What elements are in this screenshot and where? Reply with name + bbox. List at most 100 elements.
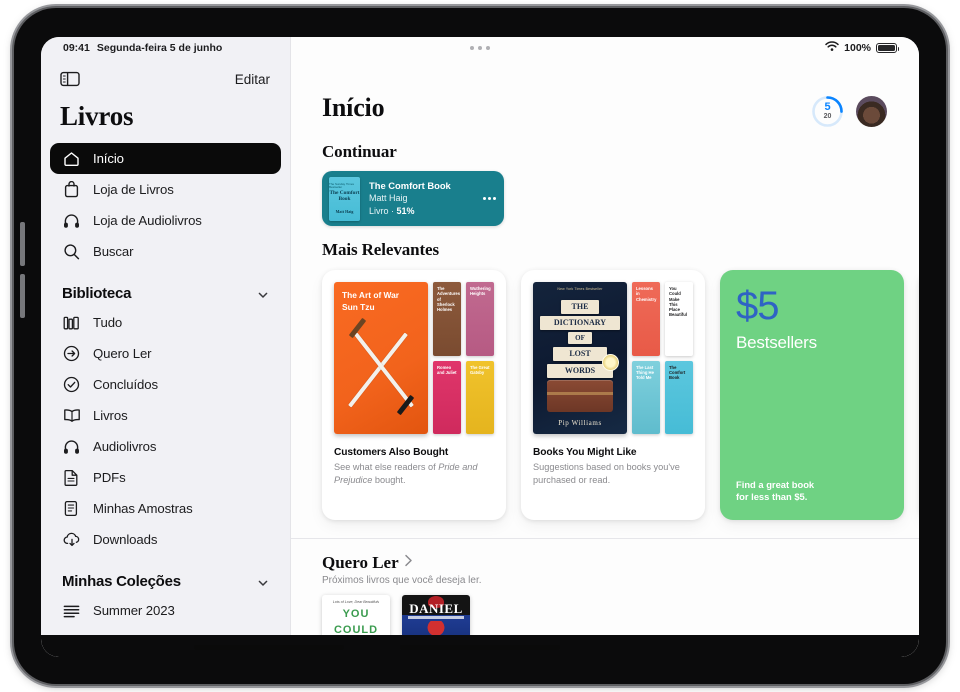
sidebar-item-livros[interactable]: Livros — [50, 400, 281, 431]
chevron-right-icon[interactable] — [404, 554, 413, 572]
continue-book-author: Matt Haig — [369, 193, 408, 204]
volume-down-button[interactable] — [20, 274, 25, 318]
sidebar-item-loja-de-audiolivros[interactable]: Loja de Audiolivros — [50, 205, 281, 236]
status-bar-left: 09:41 Segunda-feira 5 de junho — [63, 42, 222, 54]
continue-reading-card[interactable]: The Sunday Times Bestseller The Comfort … — [322, 171, 504, 226]
chevron-down-icon[interactable] — [257, 288, 269, 300]
relevant-cards-row[interactable]: The Art of War Sun Tzu The Adventures of… — [291, 270, 919, 520]
section-title: Biblioteca — [62, 285, 132, 302]
section-title: Minhas Coleções — [62, 573, 181, 590]
dot — [478, 46, 482, 50]
cover-word: THE — [561, 300, 599, 314]
sidebar-item-minhas-amostras[interactable]: Minhas Amostras — [50, 493, 281, 524]
cover-title: The Comfort Book — [329, 189, 360, 202]
home-indicator-secondary[interactable] — [194, 645, 345, 650]
volume-up-button[interactable] — [20, 222, 25, 266]
sidebar-item-inicio[interactable]: Início — [50, 143, 281, 174]
mini-cover-title: You Could Make This Place Beautiful — [669, 286, 687, 318]
page-title: Início — [322, 93, 385, 122]
mini-cover-title: The Last Thing He Told Me — [636, 364, 654, 381]
dot — [487, 197, 491, 200]
books-app: Editar Livros Início Loja de Livros Loja… — [41, 37, 919, 657]
sidebar-top-nav: Início Loja de Livros Loja de Audiolivro… — [41, 143, 290, 267]
book-cover-art-of-war: The Art of War Sun Tzu — [334, 282, 428, 434]
mini-cover-title: Wuthering Heights — [470, 286, 491, 297]
desc-prefix: See what else readers of — [334, 462, 439, 472]
mini-cover-title: Romeo and Juliet — [437, 364, 457, 375]
sidebar-title: Livros — [60, 101, 134, 131]
sidebar-section-minhas-colecoes[interactable]: Minhas Coleções — [41, 573, 290, 590]
wifi-icon — [825, 41, 839, 55]
sidebar-item-concluidos[interactable]: Concluídos — [50, 369, 281, 400]
mini-cover-title: The Adventures of Sherlock Holmes — [437, 286, 461, 312]
battery-icon — [876, 42, 900, 54]
card-description: See what else readers of Pride and Preju… — [334, 461, 494, 486]
arrow-right-circle-icon — [62, 344, 81, 363]
relevant-card-customers-also-bought[interactable]: The Art of War Sun Tzu The Adventures of… — [322, 270, 506, 520]
sidebar-item-label: PDFs — [93, 470, 126, 485]
sidebar-toolbar: Editar — [41, 59, 290, 99]
want-to-read-section: Quero Ler Próximos livros que você desej… — [291, 539, 919, 643]
sidebar-item-summer-2023[interactable]: Summer 2023 — [50, 595, 281, 626]
status-bar-right: 100% — [825, 41, 900, 55]
status-bar: 09:41 Segunda-feira 5 de junho 100% — [41, 37, 919, 59]
promo-subtext-line1: Find a great book — [736, 478, 815, 490]
sidebar-item-label: Loja de Audiolivros — [93, 213, 202, 228]
header-actions: 5 20 — [811, 93, 887, 128]
promo-price: $5 — [736, 284, 780, 328]
multitasking-dots-icon[interactable] — [470, 46, 490, 50]
award-seal — [602, 354, 619, 371]
chevron-down-icon[interactable] — [257, 576, 269, 588]
cover-rule — [408, 616, 464, 619]
reading-goal-ring[interactable]: 5 20 — [811, 95, 844, 128]
reading-goal-total: 20 — [823, 113, 832, 120]
sidebar-item-loja-de-livros[interactable]: Loja de Livros — [50, 174, 281, 205]
mini-cover-grid: The Adventures of Sherlock Holmes Wuther… — [433, 282, 494, 434]
edit-button[interactable]: Editar — [233, 70, 272, 89]
sidebar-section-biblioteca[interactable]: Biblioteca — [41, 285, 290, 302]
mini-cover-title: Lessons in Chemistry — [636, 286, 657, 302]
cover-word: DICTIONARY — [540, 316, 620, 330]
checkmark-circle-icon — [62, 375, 81, 394]
sidebar-item-pdfs[interactable]: PDFs — [50, 462, 281, 493]
user-avatar[interactable] — [856, 96, 887, 127]
sidebar-item-label: Minhas Amostras — [93, 501, 193, 516]
dot — [486, 46, 490, 50]
home-indicator[interactable] — [400, 645, 560, 650]
sidebar-item-label: Loja de Livros — [93, 182, 174, 197]
want-to-read-header[interactable]: Quero Ler — [322, 553, 919, 573]
cover-word-1: YOU — [342, 608, 370, 620]
card-title: Books You Might Like — [533, 447, 637, 458]
main-scroll-area[interactable]: Início 5 20 Continuar The Sunday Times B… — [291, 37, 919, 657]
mini-cover-you-could-make-this-place-beautiful: You Could Make This Place Beautiful — [665, 282, 693, 356]
battery-fill — [878, 44, 895, 52]
promo-subtext-line2: for less than $5. — [736, 491, 808, 503]
relevant-card-books-you-might-like[interactable]: New York Times Bestseller THE DICTIONARY… — [521, 270, 705, 520]
sidebar-item-tudo[interactable]: Tudo — [50, 307, 281, 338]
cover-title: DANIEL — [409, 601, 463, 616]
continue-info: The Comfort Book Matt Haig Livro · 51% — [360, 180, 481, 218]
sidebar-toggle-icon[interactable] — [60, 71, 80, 87]
mini-cover-lessons-in-chemistry: Lessons in Chemistry — [632, 282, 660, 356]
book-cover-dictionary-of-lost-words: New York Times Bestseller THE DICTIONARY… — [533, 282, 627, 434]
sidebar-item-label: Início — [93, 151, 124, 166]
sidebar-item-audiolivros[interactable]: Audiolivros — [50, 431, 281, 462]
mini-cover-sherlock-holmes: The Adventures of Sherlock Holmes — [433, 282, 461, 356]
mini-cover-title: The Great Gatsby — [470, 364, 490, 375]
main-header: Início 5 20 — [291, 59, 919, 128]
books-icon — [62, 313, 81, 332]
continue-book-meta: Livro · 51% — [369, 205, 481, 218]
sidebar-item-downloads[interactable]: Downloads — [50, 524, 281, 555]
more-ellipsis-icon[interactable] — [481, 197, 497, 200]
sidebar-item-label: Livros — [93, 408, 128, 423]
mini-cover-title: The Comfort Book — [669, 364, 686, 381]
promo-headline: Bestsellers — [736, 333, 817, 352]
card-title: Customers Also Bought — [334, 447, 449, 458]
promo-card-5-dollar-bestsellers[interactable]: $5 Bestsellers Find a great book for les… — [720, 270, 904, 520]
sidebar-item-quero-ler[interactable]: Quero Ler — [50, 338, 281, 369]
battery-percent-label: 100% — [844, 42, 871, 54]
section-label-mais-relevantes: Mais Relevantes — [322, 240, 440, 259]
sidebar-collections-nav: Summer 2023 — [41, 595, 290, 626]
status-time: 09:41 — [63, 42, 90, 54]
sidebar-item-buscar[interactable]: Buscar — [50, 236, 281, 267]
